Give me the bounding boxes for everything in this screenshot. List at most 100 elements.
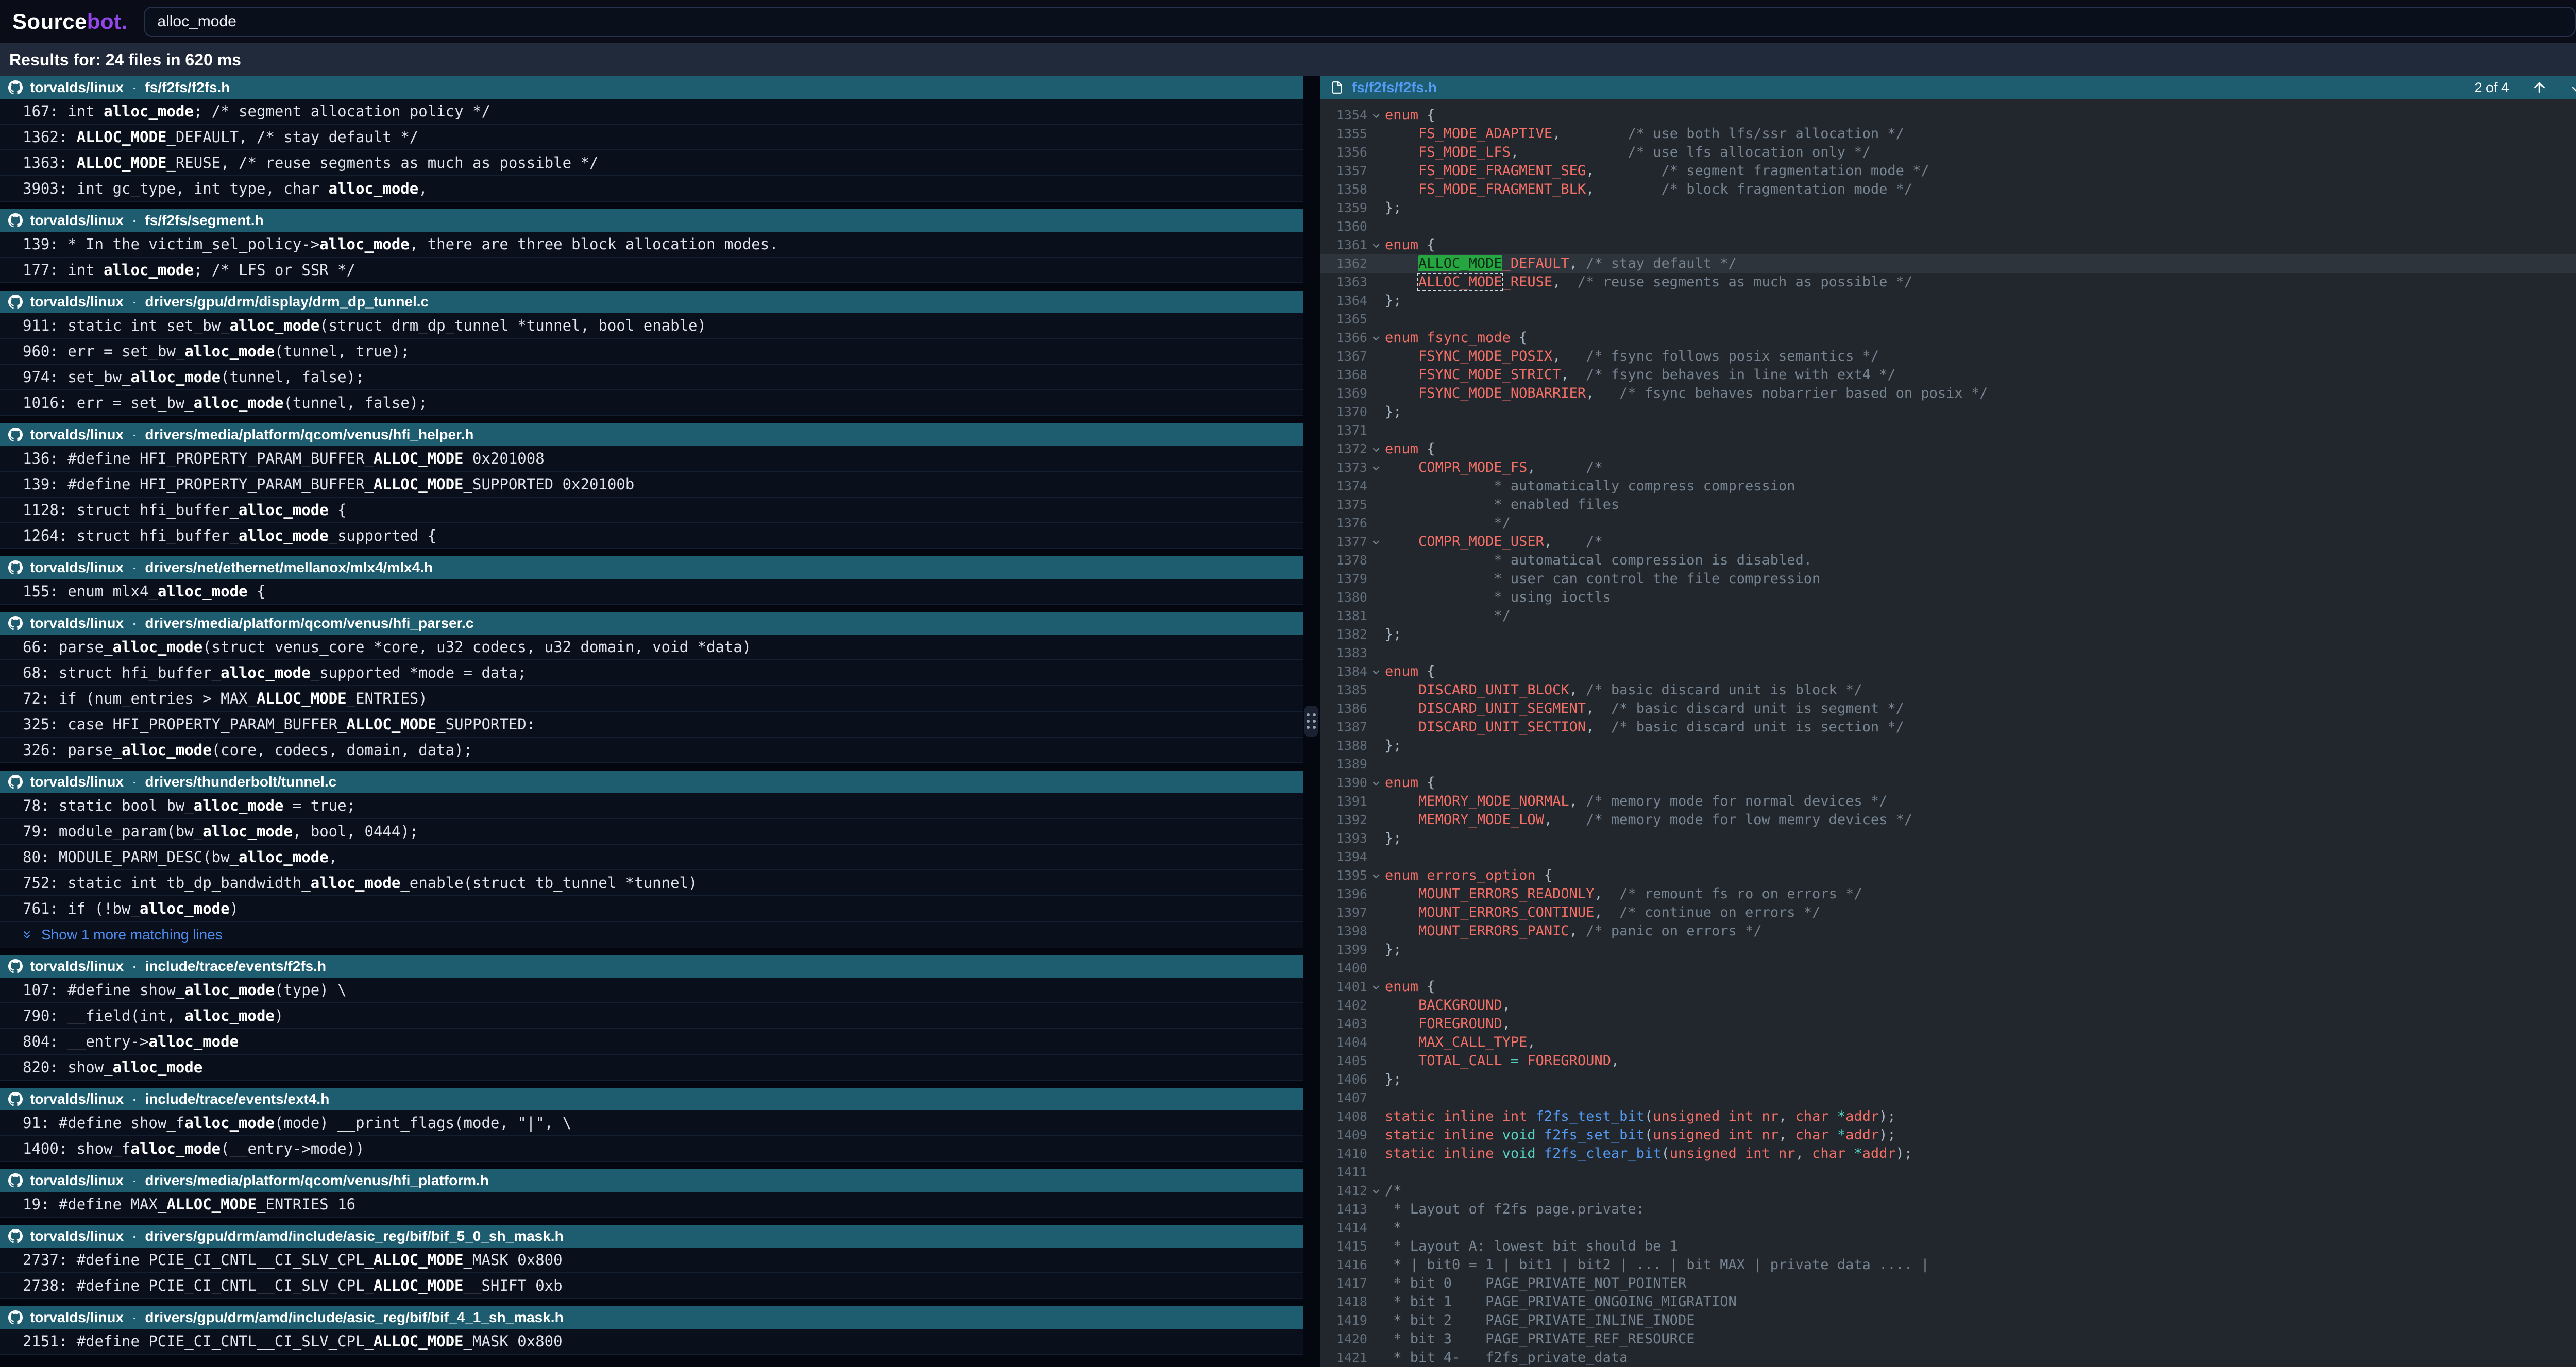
match-line[interactable]: 107: #define show_alloc_mode(type) \ xyxy=(0,978,1303,1003)
match-line[interactable]: 136: #define HFI_PROPERTY_PARAM_BUFFER_A… xyxy=(0,446,1303,472)
code-text: enum { xyxy=(1385,662,2576,681)
match-line[interactable]: 72: if (num_entries > MAX_ALLOC_MODE_ENT… xyxy=(0,686,1303,712)
match-highlight: alloc_mode xyxy=(148,1033,239,1050)
match-line[interactable]: 91: #define show_falloc_mode(mode) __pri… xyxy=(0,1110,1303,1136)
match-line[interactable]: 326: parse_alloc_mode(core, codecs, doma… xyxy=(0,738,1303,763)
match-line[interactable]: 960: err = set_bw_alloc_mode(tunnel, tru… xyxy=(0,339,1303,365)
match-line[interactable]: 2738: #define PCIE_CI_CNTL__CI_SLV_CPL_A… xyxy=(0,1273,1303,1299)
fold-spacer xyxy=(1367,1070,1385,1089)
match-line[interactable]: 139: * In the victim_sel_policy->alloc_m… xyxy=(0,232,1303,258)
match-line[interactable]: 325: case HFI_PROPERTY_PARAM_BUFFER_ALLO… xyxy=(0,712,1303,738)
line-number: 1372 xyxy=(1320,440,1367,458)
code-line: 1407 xyxy=(1320,1089,2576,1107)
github-icon xyxy=(8,616,23,630)
match-line[interactable]: 66: parse_alloc_mode(struct venus_core *… xyxy=(0,635,1303,660)
file-group-header[interactable]: torvalds/linux·drivers/media/platform/qc… xyxy=(0,1169,1303,1192)
fold-chevron-icon[interactable] xyxy=(1367,774,1385,792)
match-highlight: alloc_mode xyxy=(311,874,401,892)
line-number: 1406 xyxy=(1320,1070,1367,1089)
file-group-header[interactable]: torvalds/linux·include/trace/events/ext4… xyxy=(0,1088,1303,1110)
line-number: 1404 xyxy=(1320,1033,1367,1052)
file-group-header[interactable]: torvalds/linux·drivers/thunderbolt/tunne… xyxy=(0,771,1303,793)
resize-handle-icon[interactable] xyxy=(1304,706,1318,737)
file-group-header[interactable]: torvalds/linux·drivers/gpu/drm/amd/inclu… xyxy=(0,1225,1303,1248)
match-line[interactable]: 2151: #define PCIE_CI_CNTL__CI_SLV_CPL_A… xyxy=(0,1329,1303,1355)
match-line[interactable]: 1363: ALLOC_MODE_REUSE, /* reuse segment… xyxy=(0,150,1303,176)
fold-spacer xyxy=(1367,514,1385,533)
match-line[interactable]: 790: __field(int, alloc_mode) xyxy=(0,1003,1303,1029)
fold-chevron-icon[interactable] xyxy=(1367,662,1385,681)
code-line: 1402 BACKGROUND, xyxy=(1320,996,2576,1015)
github-icon xyxy=(8,775,23,789)
previous-match-button[interactable] xyxy=(2532,80,2547,95)
match-line[interactable]: 80: MODULE_PARM_DESC(bw_alloc_mode, xyxy=(0,845,1303,870)
current-match-highlight[interactable]: ALLOC_MODE xyxy=(1418,255,1502,271)
fold-chevron-icon[interactable] xyxy=(1367,978,1385,996)
match-line[interactable]: 752: static int tb_dp_bandwidth_alloc_mo… xyxy=(0,870,1303,896)
match-line[interactable]: 911: static int set_bw_alloc_mode(struct… xyxy=(0,313,1303,339)
file-group-header[interactable]: torvalds/linux·fs/f2fs/f2fs.h xyxy=(0,76,1303,99)
result-group: torvalds/linux·drivers/media/platform/qc… xyxy=(0,612,1303,763)
match-line[interactable]: 139: #define HFI_PROPERTY_PARAM_BUFFER_A… xyxy=(0,472,1303,498)
file-group-header[interactable]: torvalds/linux·drivers/media/platform/qc… xyxy=(0,612,1303,635)
line-number: 1371 xyxy=(1320,421,1367,440)
code-text: ALLOC_MODE_DEFAULT, /* stay default */ xyxy=(1385,254,2576,273)
match-line[interactable]: 2737: #define PCIE_CI_CNTL__CI_SLV_CPL_A… xyxy=(0,1248,1303,1273)
file-group-header[interactable]: torvalds/linux·include/trace/events/f2fs… xyxy=(0,955,1303,978)
fold-chevron-icon[interactable] xyxy=(1367,1182,1385,1200)
code-line: 1420 * bit 3 PAGE_PRIVATE_REF_RESOURCE xyxy=(1320,1330,2576,1348)
file-group-header[interactable]: torvalds/linux·drivers/net/ethernet/mell… xyxy=(0,556,1303,579)
match-line[interactable]: 78: static bool bw_alloc_mode = true; xyxy=(0,793,1303,819)
fold-chevron-icon[interactable] xyxy=(1367,440,1385,458)
next-match-button[interactable] xyxy=(2570,80,2576,95)
match-highlight: ALLOC_MODE xyxy=(374,1277,464,1294)
code-text: FS_MODE_LFS, /* use lfs allocation only … xyxy=(1385,143,2576,162)
fold-spacer xyxy=(1367,1052,1385,1070)
match-line[interactable]: 1400: show_falloc_mode(__entry->mode)) xyxy=(0,1136,1303,1162)
match-line[interactable]: 177: int alloc_mode; /* LFS or SSR */ xyxy=(0,258,1303,283)
code-line: 1359}; xyxy=(1320,199,2576,217)
match-line[interactable]: 3903: int gc_type, int type, char alloc_… xyxy=(0,176,1303,202)
line-number: 1415 xyxy=(1320,1237,1367,1256)
file-path: include/trace/events/f2fs.h xyxy=(145,958,326,975)
file-group-header[interactable]: torvalds/linux·drivers/media/platform/qc… xyxy=(0,423,1303,446)
match-line[interactable]: 19: #define MAX_ALLOC_MODE_ENTRIES 16 xyxy=(0,1192,1303,1218)
code-line: 1416 * | bit0 = 1 | bit1 | bit2 | ... | … xyxy=(1320,1256,2576,1274)
fold-spacer xyxy=(1367,941,1385,959)
file-group-header[interactable]: torvalds/linux·fs/f2fs/segment.h xyxy=(0,209,1303,232)
file-group-header[interactable]: torvalds/linux·drivers/gpu/drm/amd/inclu… xyxy=(0,1306,1303,1329)
match-line[interactable]: 761: if (!bw_alloc_mode) xyxy=(0,896,1303,922)
match-line[interactable]: 79: module_param(bw_alloc_mode, bool, 04… xyxy=(0,819,1303,845)
match-line[interactable]: 974: set_bw_alloc_mode(tunnel, false); xyxy=(0,365,1303,390)
match-highlight: ALLOC_MODE xyxy=(374,1251,464,1269)
fold-chevron-icon[interactable] xyxy=(1367,329,1385,347)
other-match-outline[interactable]: ALLOC_MODE xyxy=(1418,274,1502,290)
file-group-header[interactable]: torvalds/linux·drivers/gpu/drm/display/d… xyxy=(0,291,1303,313)
match-line[interactable]: 804: __entry->alloc_mode xyxy=(0,1029,1303,1055)
show-more-link[interactable]: Show 1 more matching lines xyxy=(0,922,1303,948)
result-group: torvalds/linux·drivers/gpu/drm/amd/inclu… xyxy=(0,1306,1303,1355)
app-logo[interactable]: Sourcebot. xyxy=(12,9,127,34)
match-line[interactable]: 68: struct hfi_buffer_alloc_mode_support… xyxy=(0,660,1303,686)
fold-chevron-icon[interactable] xyxy=(1367,106,1385,125)
match-line[interactable]: 167: int alloc_mode; /* segment allocati… xyxy=(0,99,1303,125)
fold-spacer xyxy=(1367,273,1385,292)
fold-spacer xyxy=(1367,607,1385,625)
code-text: */ xyxy=(1385,514,2576,533)
code-line: 1365 xyxy=(1320,310,2576,329)
fold-chevron-icon[interactable] xyxy=(1367,866,1385,885)
match-line[interactable]: 1128: struct hfi_buffer_alloc_mode { xyxy=(0,498,1303,523)
fold-chevron-icon[interactable] xyxy=(1367,458,1385,477)
fold-chevron-icon[interactable] xyxy=(1367,236,1385,254)
match-line[interactable]: 155: enum mlx4_alloc_mode { xyxy=(0,579,1303,605)
match-line[interactable]: 820: show_alloc_mode xyxy=(0,1055,1303,1081)
path-separator: · xyxy=(131,1228,138,1244)
search-input[interactable] xyxy=(144,7,2576,37)
line-number: 1359 xyxy=(1320,199,1367,217)
match-line[interactable]: 1362: ALLOC_MODE_DEFAULT, /* stay defaul… xyxy=(0,125,1303,150)
preview-file-path[interactable]: fs/f2fs/f2fs.h xyxy=(1352,79,1437,96)
match-line[interactable]: 1016: err = set_bw_alloc_mode(tunnel, fa… xyxy=(0,390,1303,416)
code-text: MEMORY_MODE_LOW, /* memory mode for low … xyxy=(1385,811,2576,829)
fold-chevron-icon[interactable] xyxy=(1367,533,1385,551)
match-line[interactable]: 1264: struct hfi_buffer_alloc_mode_suppo… xyxy=(0,523,1303,549)
